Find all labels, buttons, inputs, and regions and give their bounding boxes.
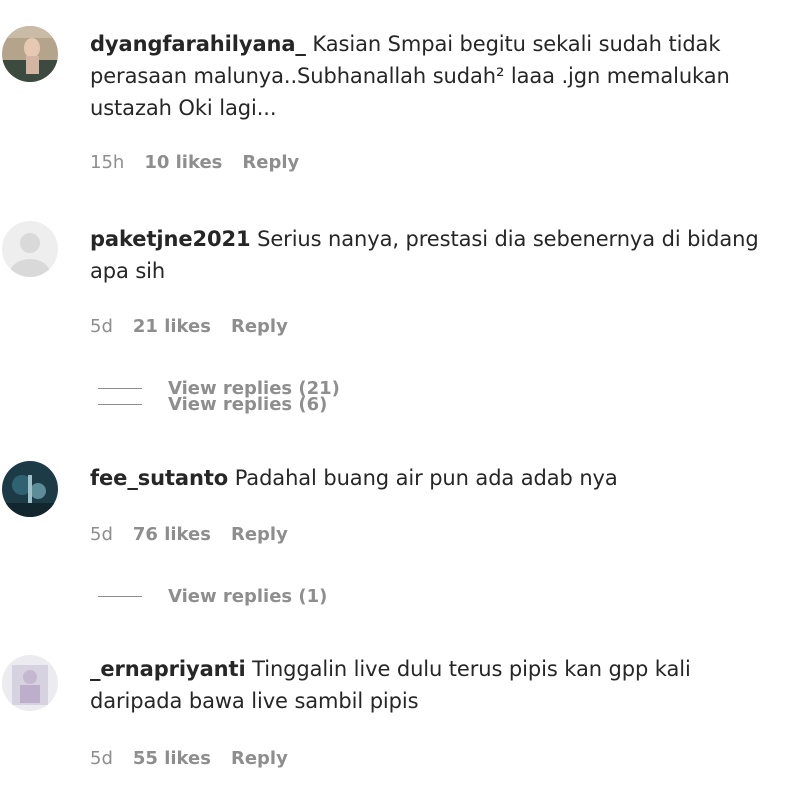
comment-body: fee_sutanto Padahal buang air pun ada ad… — [90, 462, 780, 494]
avatar[interactable] — [2, 26, 58, 82]
comment-meta: 15h 10 likes Reply — [90, 152, 319, 173]
comment-body: paketjne2021 Serius nanya, prestasi dia … — [90, 223, 780, 287]
divider-line — [98, 404, 142, 405]
comment-meta: 5d 76 likes Reply — [90, 524, 308, 545]
default-avatar-icon — [2, 221, 58, 277]
avatar[interactable] — [2, 461, 58, 517]
comment-username[interactable]: fee_sutanto — [90, 466, 228, 490]
reply-button[interactable]: Reply — [231, 316, 288, 337]
comment-username[interactable]: _ernapriyanti — [90, 657, 246, 681]
view-replies-button[interactable]: View replies (6) — [98, 394, 327, 415]
comment-likes[interactable]: 55 likes — [133, 748, 211, 769]
view-replies-label[interactable]: View replies (6) — [168, 394, 327, 415]
divider-line — [98, 388, 142, 389]
comment-likes[interactable]: 76 likes — [133, 524, 211, 545]
user-avatar-photo-icon — [2, 461, 58, 517]
comment-likes[interactable]: 21 likes — [133, 316, 211, 337]
avatar[interactable] — [2, 655, 58, 711]
user-avatar-photo-icon — [2, 655, 58, 711]
avatar[interactable] — [2, 221, 58, 277]
comment-time[interactable]: 5d — [90, 524, 113, 545]
comment-meta: 5d 21 likes Reply — [90, 316, 308, 337]
reply-button[interactable]: Reply — [242, 152, 299, 173]
comment-likes[interactable]: 10 likes — [144, 152, 222, 173]
comment-username[interactable]: paketjne2021 — [90, 227, 251, 251]
reply-button[interactable]: Reply — [231, 748, 288, 769]
reply-button[interactable]: Reply — [231, 524, 288, 545]
user-avatar-photo-icon — [2, 26, 58, 82]
view-replies-label[interactable]: View replies (1) — [168, 586, 327, 607]
comment-username[interactable]: dyangfarahilyana_ — [90, 32, 306, 56]
comment-body: _ernapriyanti Tinggalin live dulu terus … — [90, 653, 780, 717]
comment-time[interactable]: 5d — [90, 748, 113, 769]
comment-time[interactable]: 5d — [90, 316, 113, 337]
comment-text: Padahal buang air pun ada adab nya — [234, 466, 618, 490]
comment-meta: 5d 55 likes Reply — [90, 748, 308, 769]
divider-line — [98, 596, 142, 597]
comment-time[interactable]: 15h — [90, 152, 124, 173]
view-replies-button[interactable]: View replies (1) — [98, 586, 327, 607]
comment-body: dyangfarahilyana_ Kasian Smpai begitu se… — [90, 28, 780, 124]
